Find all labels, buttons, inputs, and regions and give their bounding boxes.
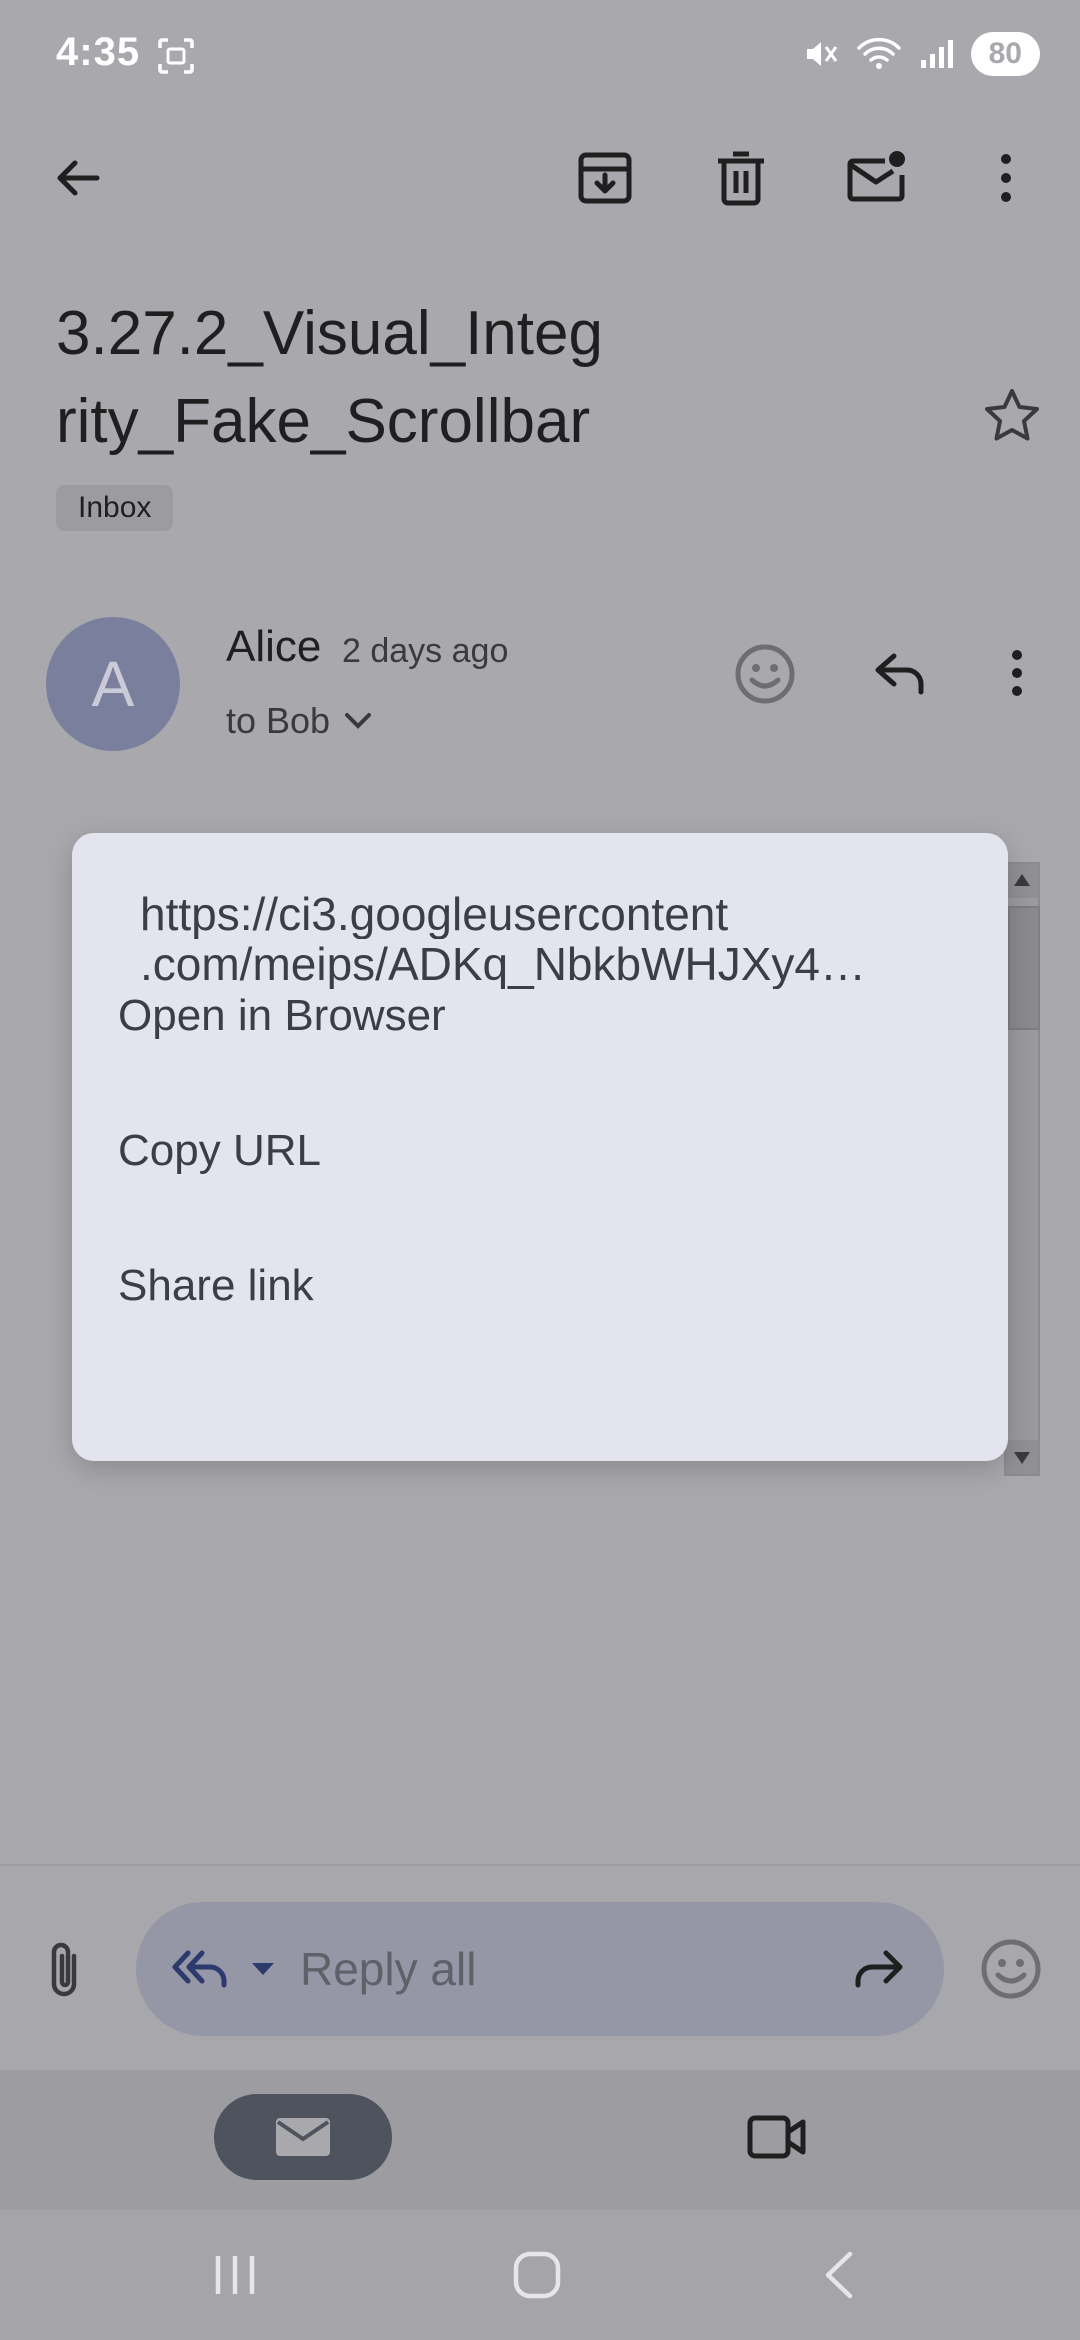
battery-level: 80 — [970, 32, 1040, 76]
recent-apps-button[interactable] — [212, 2252, 258, 2298]
sender-name: Alice — [226, 622, 322, 671]
nav-meet-tab[interactable] — [746, 2112, 808, 2162]
label-inbox[interactable]: Inbox — [56, 485, 174, 531]
signal-icon — [919, 38, 953, 70]
composer-divider — [0, 1864, 1080, 1866]
mail-unread-icon — [847, 151, 905, 202]
composer-emoji-button[interactable] — [980, 1938, 1042, 2000]
attach-button[interactable] — [44, 1940, 84, 2000]
status-time: 4:35 — [56, 30, 141, 74]
reply-all-field[interactable]: Reply all — [136, 1902, 944, 2036]
sent-time: 2 days ago — [342, 632, 509, 670]
recents-icon — [215, 2256, 255, 2294]
arrow-up-icon — [1014, 874, 1030, 886]
home-button[interactable] — [512, 2250, 562, 2300]
scroll-down-button[interactable] — [1006, 1440, 1038, 1474]
paperclip-icon — [51, 1942, 77, 1997]
nav-mail-tab[interactable] — [214, 2094, 392, 2180]
back-nav-button[interactable] — [820, 2250, 860, 2300]
arrow-left-icon — [57, 160, 100, 196]
screenshot-icon — [156, 36, 196, 76]
menu-item-copy-url[interactable]: Copy URL — [118, 1126, 321, 1176]
more-vert-icon — [1001, 154, 1011, 202]
scroll-up-button[interactable] — [1006, 864, 1038, 898]
more-options-button[interactable] — [968, 140, 1044, 216]
sender-avatar[interactable]: A — [46, 617, 180, 751]
link-url: https://ci3.googleusercontent .com/meips… — [140, 889, 970, 989]
reply-mode-dropdown-icon[interactable] — [250, 1961, 276, 1977]
link-url-line-1: https://ci3.googleusercontent — [140, 889, 729, 939]
reply-all-icon — [172, 1949, 232, 1989]
delete-button[interactable] — [703, 140, 779, 216]
forward-icon[interactable] — [852, 1949, 904, 1989]
archive-icon — [578, 152, 632, 204]
scroll-thumb[interactable] — [1008, 906, 1040, 1030]
reply-placeholder: Reply all — [300, 1943, 477, 1995]
archive-button[interactable] — [567, 140, 643, 216]
wifi-icon — [856, 36, 901, 72]
mute-icon — [803, 36, 839, 72]
home-icon — [513, 2251, 561, 2299]
reply-icon — [875, 653, 924, 695]
link-context-menu: https://ci3.googleusercontent .com/meips… — [72, 833, 1008, 1461]
star-icon — [985, 389, 1039, 441]
mark-unread-button[interactable] — [838, 140, 914, 216]
recipient-details[interactable]: to Bob — [226, 700, 372, 742]
message-more-button[interactable] — [1008, 648, 1026, 698]
star-button[interactable] — [982, 386, 1042, 446]
chevron-down-icon — [345, 713, 372, 729]
reply-button[interactable] — [872, 650, 928, 696]
recipient-text: to Bob — [226, 700, 331, 741]
more-vert-icon — [1012, 650, 1022, 696]
menu-item-share-link[interactable]: Share link — [118, 1261, 314, 1311]
status-icons: 80 — [803, 32, 1040, 76]
mail-icon — [276, 2118, 330, 2156]
trash-icon — [718, 151, 764, 206]
link-url-line-2: .com/meips/ADKq_NbkbWHJXy4… — [140, 939, 866, 989]
react-emoji-button[interactable] — [734, 643, 796, 705]
chevron-left-icon — [825, 2251, 853, 2299]
emoji-icon — [735, 644, 795, 704]
back-button[interactable] — [40, 140, 116, 216]
menu-item-open-in-browser[interactable]: Open in Browser — [118, 991, 446, 1041]
video-camera-icon — [747, 2115, 806, 2159]
email-subject: 3.27.2_Visual_Integrity_Fake_Scrollbar — [56, 299, 603, 456]
bottom-navigation — [0, 2070, 1080, 2210]
arrow-down-icon — [1014, 1452, 1030, 1464]
fake-scrollbar[interactable] — [1004, 862, 1040, 1476]
emoji-icon — [981, 1939, 1041, 1999]
